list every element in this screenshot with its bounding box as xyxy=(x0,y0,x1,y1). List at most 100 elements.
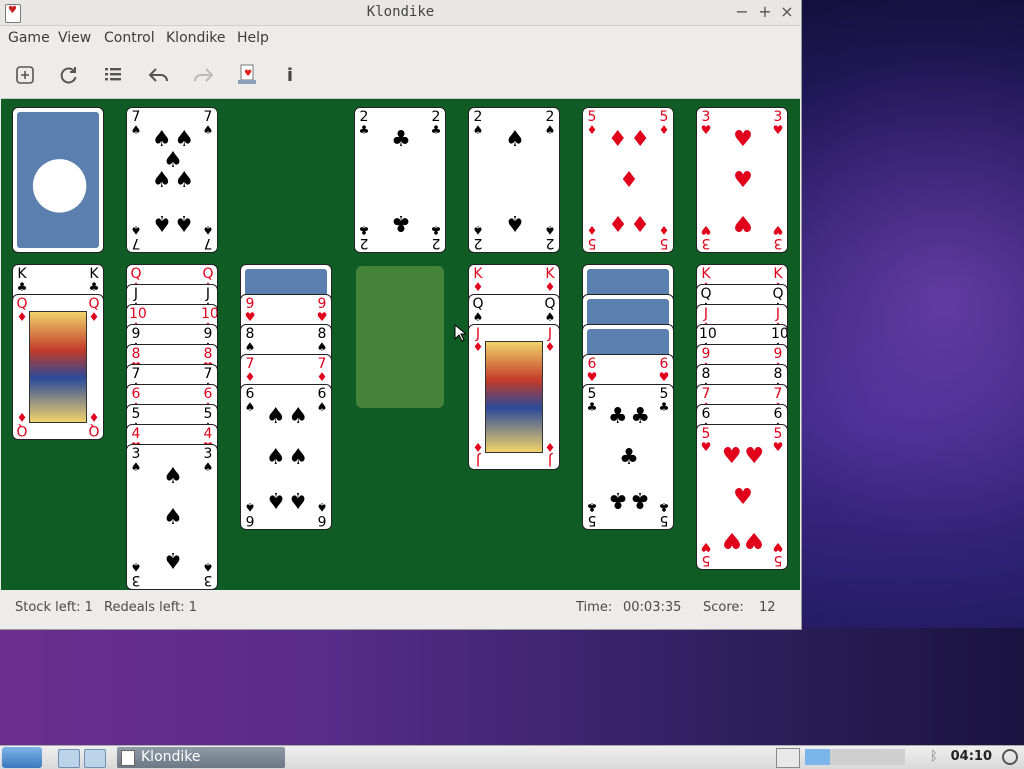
redeals-left: Redeals left: 1 xyxy=(104,600,198,615)
card-rank: 4 xyxy=(131,426,141,442)
card-corner-index: 5 ♣ xyxy=(657,500,671,528)
info-icon[interactable]: i xyxy=(276,61,304,89)
new-game-icon[interactable] xyxy=(11,61,39,89)
card-pip: ♦ xyxy=(607,126,628,152)
card-pip: ♠ xyxy=(288,403,309,429)
card-corner-index: 5 ♣ xyxy=(657,387,671,413)
foundation-card[interactable]: 2 ♠ 2 ♠ 2 ♠ 2 ♠ ♠ ♠ xyxy=(468,107,560,253)
card-pip: ♠ xyxy=(505,210,525,236)
start-menu-icon[interactable] xyxy=(2,747,42,768)
menu-klondike[interactable]: Klondike xyxy=(166,30,226,46)
card-rank: Q xyxy=(16,296,28,312)
maximize-button[interactable]: + xyxy=(755,2,775,22)
show-desktop-icon[interactable] xyxy=(776,748,800,768)
card-suit: ♠ xyxy=(316,400,328,414)
select-game-icon[interactable] xyxy=(99,61,127,89)
tableau-card[interactable]: 6 ♠ 6 ♠ 6 ♠ 6 ♠ ♠ ♠ ♠ ♠ ♠ ♠ xyxy=(240,384,332,530)
workspace-switcher[interactable] xyxy=(805,749,905,765)
stock-pile[interactable]: ● xyxy=(12,107,104,253)
card-pip: ♣ xyxy=(391,210,411,236)
tableau-card[interactable]: Q ♦ Q ♦ Q ♦ Q ♦ xyxy=(12,294,104,440)
foundation-card[interactable]: 3 ♥ 3 ♥ 3 ♥ 3 ♥ ♥ ♥ ♥ xyxy=(696,107,788,253)
undo-icon[interactable] xyxy=(145,61,173,89)
power-icon[interactable] xyxy=(1002,749,1018,765)
tableau-card[interactable]: 3 ♠ 3 ♠ 3 ♠ 3 ♠ ♠ ♠ ♠ xyxy=(126,444,218,590)
card-rank: 9 xyxy=(245,296,255,312)
card-rank: 8 xyxy=(773,366,783,382)
file-manager-icon[interactable] xyxy=(58,749,80,768)
deal-icon[interactable]: ♥ xyxy=(233,61,261,89)
restart-icon[interactable] xyxy=(55,61,83,89)
card-rank: 8 xyxy=(245,326,255,342)
card-corner-index: 5 ♦ xyxy=(657,223,671,251)
card-rank: 3 xyxy=(773,109,783,125)
card-rank: 6 xyxy=(659,356,669,372)
tableau-card[interactable]: 5 ♣ 5 ♣ 5 ♣ 5 ♣ ♣ ♣ ♣ ♣ ♣ xyxy=(582,384,674,530)
card-corner-index: 6♠ xyxy=(243,387,257,413)
card-suit: ♦ xyxy=(88,310,100,324)
bluetooth-icon[interactable]: ᛒ xyxy=(930,749,938,764)
title-bar[interactable]: Klondike − + × xyxy=(0,0,801,26)
card-rank: K xyxy=(545,266,555,282)
card-suit: ♦ xyxy=(586,223,598,237)
card-rank: 3 xyxy=(131,572,141,588)
card-corner-index: 5 ♦ xyxy=(585,110,599,136)
card-rank: 2 xyxy=(359,109,369,125)
card-suit: ♠ xyxy=(202,123,214,137)
tableau-card[interactable]: J ♦ J ♦ J ♦ J ♦ xyxy=(468,324,560,470)
card-corner-index: 2 ♣ xyxy=(357,110,371,136)
card-rank: Q xyxy=(472,296,484,312)
card-rank: 5 xyxy=(659,235,669,251)
card-rank: 6 xyxy=(587,356,597,372)
card-corner-index: 5 ♦ xyxy=(585,223,599,251)
card-corner-index: 7♠ xyxy=(129,110,143,136)
card-rank: 2 xyxy=(545,235,555,251)
card-rank: K xyxy=(89,266,99,282)
card-suit: ♦ xyxy=(472,280,484,294)
card-corner-index: K♦ xyxy=(471,267,485,293)
card-corner-index: 6 ♥ xyxy=(585,357,599,383)
close-button[interactable]: × xyxy=(777,2,797,22)
card-rank: 6 xyxy=(317,386,327,402)
card-rank: Q xyxy=(16,422,28,438)
menu-help[interactable]: Help xyxy=(237,30,269,46)
redo-icon[interactable] xyxy=(189,61,217,89)
empty-tableau-slot[interactable] xyxy=(356,266,444,408)
card-rank: 10 xyxy=(129,306,147,322)
taskbar-klondike-button[interactable]: Klondike xyxy=(117,747,285,768)
minimize-button[interactable]: − xyxy=(732,2,752,22)
card-rank: 7 xyxy=(245,356,255,372)
menu-control[interactable]: Control xyxy=(104,30,155,46)
card-suit: ♥ xyxy=(658,370,670,384)
card-corner-index: 7♠ xyxy=(201,110,215,136)
card-rank: 10 xyxy=(771,326,788,342)
card-corner-index: 8♠ xyxy=(315,327,329,353)
card-suit: ♦ xyxy=(544,280,556,294)
menu-game[interactable]: Game xyxy=(8,30,50,46)
card-rank: 3 xyxy=(701,109,711,125)
waste-pile-card[interactable]: 7 ♠ 7 ♠ 7 ♠ 7 ♠ ♠ ♠ ♠ ♠ ♠ ♠ ♠ xyxy=(126,107,218,253)
card-pip: ♠ xyxy=(265,445,286,470)
card-pip: ♥ xyxy=(721,527,742,553)
foundation-card[interactable]: 5 ♦ 5 ♦ 5 ♦ 5 ♦ ♦ ♦ ♦ ♦ ♦ xyxy=(582,107,674,253)
card-suit: ♥ xyxy=(772,123,784,137)
card-suit: ♣ xyxy=(586,500,598,514)
card-rank: 2 xyxy=(359,235,369,251)
status-bar: Stock left: 1 Redeals left: 1 Time: 00:0… xyxy=(0,590,801,626)
card-rank: 9 xyxy=(203,326,213,342)
card-rank: Q xyxy=(772,286,784,302)
card-rank: Q xyxy=(700,286,712,302)
tableau-card[interactable]: 5 ♥ 5 ♥ 5 ♥ 5 ♥ ♥ ♥ ♥ ♥ ♥ xyxy=(696,424,788,570)
menu-view[interactable]: View xyxy=(58,30,91,46)
card-rank: 9 xyxy=(701,346,711,362)
game-board[interactable]: ● 7 ♠ 7 ♠ 7 ♠ 7 ♠ ♠ ♠ ♠ ♠ ♠ ♠ ♠ 2 ♣ 2 ♣ 2 ♣ 2 ♣ ♣ ♣ 2 ♠ 2 ♠ 2 ♠ 2 ♠ ♠ ♠ 5 ♦ 5 ♦… xyxy=(1,98,800,590)
card-suit: ♥ xyxy=(700,440,712,454)
foundation-card[interactable]: 2 ♣ 2 ♣ 2 ♣ 2 ♣ ♣ ♣ xyxy=(354,107,446,253)
card-rank: 2 xyxy=(431,235,441,251)
card-suit: ♣ xyxy=(358,123,370,137)
card-rank: 3 xyxy=(203,446,213,462)
card-corner-index: 6♠ xyxy=(243,500,257,528)
card-corner-index: 2 ♠ xyxy=(471,110,485,136)
terminal-icon[interactable] xyxy=(84,749,106,768)
card-suit: ♠ xyxy=(544,310,556,324)
